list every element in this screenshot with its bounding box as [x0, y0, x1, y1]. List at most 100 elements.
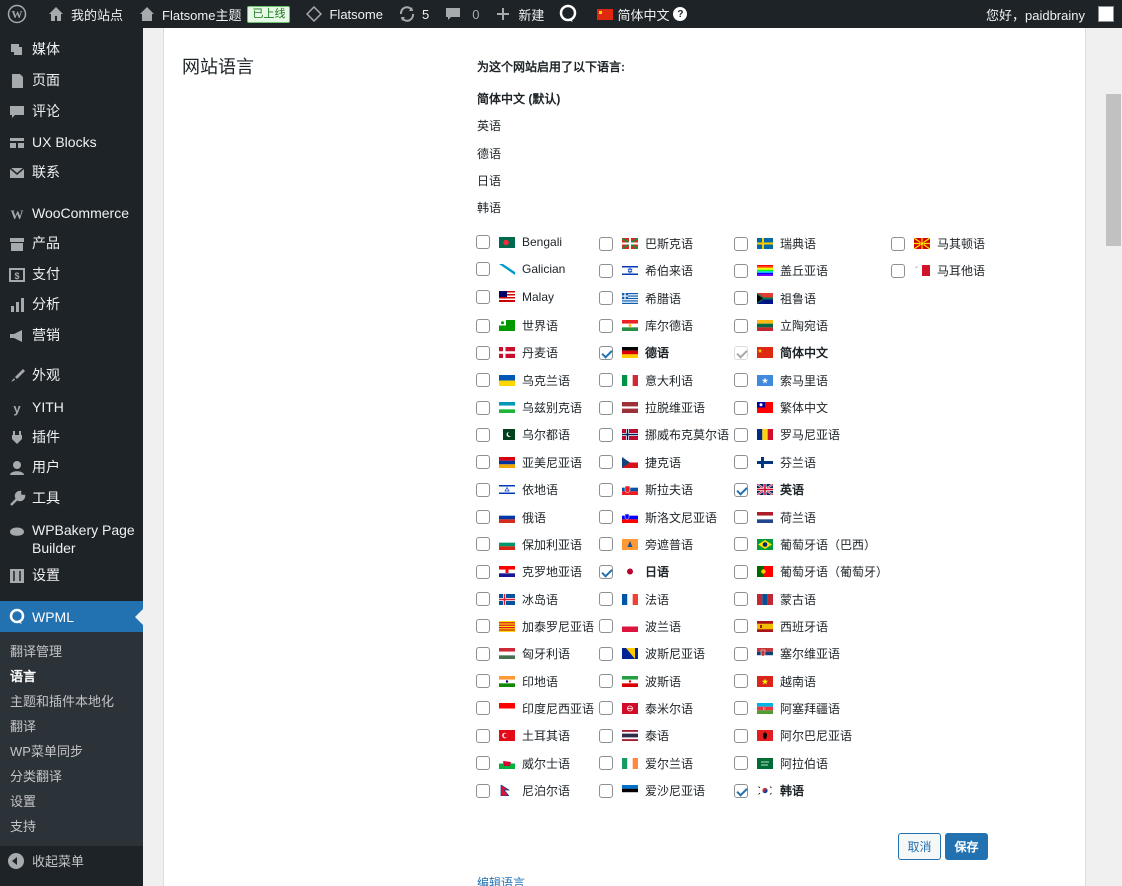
- language-checkbox[interactable]: [734, 427, 748, 442]
- language-checkbox[interactable]: [599, 510, 613, 524]
- language-option[interactable]: 斯拉夫语: [599, 481, 693, 498]
- language-option[interactable]: 立陶宛语: [734, 317, 828, 334]
- language-option[interactable]: 爱尔兰语: [599, 755, 693, 772]
- language-option[interactable]: 希腊语: [599, 290, 681, 307]
- submenu-item[interactable]: 分类翻译: [0, 764, 143, 789]
- sidebar-item-mail[interactable]: 联系: [0, 163, 143, 182]
- language-checkbox[interactable]: [734, 783, 748, 798]
- language-option[interactable]: 阿塞拜疆语: [734, 700, 840, 717]
- language-option[interactable]: Bengali: [476, 235, 562, 249]
- language-option[interactable]: 保加利亚语: [476, 536, 582, 553]
- site-name-link[interactable]: 我的站点: [39, 0, 130, 28]
- language-checkbox[interactable]: [599, 455, 613, 470]
- language-checkbox[interactable]: [734, 400, 748, 415]
- language-checkbox[interactable]: [734, 701, 748, 716]
- language-option[interactable]: 法语: [599, 591, 669, 608]
- language-option[interactable]: 斯洛文尼亚语: [599, 509, 717, 526]
- language-option[interactable]: Malay: [476, 289, 554, 304]
- language-option[interactable]: 泰语: [599, 727, 669, 744]
- language-option[interactable]: 蒙古语: [734, 591, 816, 608]
- sidebar-item-blocks[interactable]: UX Blocks: [0, 133, 143, 152]
- submenu-item[interactable]: 语言: [0, 664, 143, 689]
- language-checkbox[interactable]: [476, 455, 490, 470]
- language-option[interactable]: 依地语: [476, 481, 558, 498]
- flatsome-link[interactable]: Flatsome: [297, 0, 389, 28]
- language-checkbox[interactable]: [599, 592, 613, 607]
- language-checkbox[interactable]: [476, 592, 490, 607]
- sidebar-item-plugin[interactable]: 插件: [0, 428, 143, 447]
- language-checkbox[interactable]: [599, 537, 613, 552]
- submenu-item[interactable]: 支持: [0, 814, 143, 839]
- sidebar-item-comment[interactable]: 评论: [0, 102, 143, 121]
- language-option[interactable]: 俄语: [476, 509, 546, 526]
- language-option[interactable]: 祖鲁语: [734, 290, 816, 307]
- language-checkbox[interactable]: [599, 318, 613, 333]
- language-option[interactable]: 马其顿语: [891, 235, 985, 252]
- language-option[interactable]: 亚美尼亚语: [476, 454, 582, 471]
- language-checkbox[interactable]: [476, 373, 490, 388]
- language-checkbox[interactable]: [734, 455, 748, 470]
- language-option[interactable]: 匈牙利语: [476, 645, 570, 662]
- submenu-item[interactable]: 设置: [0, 789, 143, 814]
- language-checkbox[interactable]: [599, 427, 613, 442]
- language-checkbox[interactable]: [734, 373, 748, 388]
- language-checkbox[interactable]: [734, 592, 748, 607]
- sidebar-item-megaphone[interactable]: 营销: [0, 326, 143, 345]
- submenu-item[interactable]: 主题和插件本地化: [0, 689, 143, 714]
- sidebar-item-brush[interactable]: 外观: [0, 366, 143, 385]
- language-option[interactable]: 意大利语: [599, 372, 693, 389]
- language-switcher[interactable]: 简体中文 ?: [590, 0, 694, 28]
- language-option[interactable]: 韩语: [734, 782, 804, 799]
- language-checkbox[interactable]: [476, 674, 490, 689]
- language-option[interactable]: 乌尔都语: [476, 426, 570, 443]
- language-option[interactable]: 越南语: [734, 673, 816, 690]
- language-option[interactable]: 繁体中文: [734, 399, 828, 416]
- language-option[interactable]: 瑞典语: [734, 235, 816, 252]
- language-checkbox[interactable]: [734, 482, 748, 497]
- language-checkbox[interactable]: [476, 646, 490, 661]
- language-checkbox[interactable]: [734, 537, 748, 552]
- cancel-button[interactable]: 取消: [898, 833, 941, 860]
- language-checkbox[interactable]: [476, 345, 490, 360]
- language-option[interactable]: 土耳其语: [476, 727, 570, 744]
- language-option[interactable]: 盖丘亚语: [734, 262, 828, 279]
- language-checkbox[interactable]: [476, 427, 490, 442]
- language-checkbox[interactable]: [476, 619, 490, 634]
- new-content-link[interactable]: 新建: [486, 0, 551, 28]
- language-option[interactable]: 波斯语: [599, 673, 681, 690]
- language-checkbox[interactable]: [476, 510, 490, 524]
- avatar[interactable]: [1098, 6, 1114, 22]
- comments-link[interactable]: 0: [436, 0, 486, 28]
- language-option[interactable]: 巴斯克语: [599, 235, 693, 252]
- language-checkbox[interactable]: [734, 564, 748, 579]
- sidebar-item-user[interactable]: 用户: [0, 458, 143, 477]
- language-checkbox[interactable]: [476, 289, 490, 304]
- language-checkbox[interactable]: [891, 236, 905, 251]
- language-option[interactable]: 简体中文: [734, 344, 828, 361]
- user-greeting[interactable]: 您好，paidbrainy: [979, 0, 1092, 28]
- language-option[interactable]: 葡萄牙语（巴西）: [734, 536, 876, 553]
- language-checkbox[interactable]: [734, 728, 748, 743]
- sidebar-item-page[interactable]: 页面: [0, 71, 143, 90]
- language-checkbox[interactable]: [599, 263, 613, 278]
- language-option[interactable]: 日语: [599, 563, 669, 580]
- language-checkbox[interactable]: [599, 646, 613, 661]
- language-option[interactable]: 挪威布克莫尔语: [599, 426, 729, 443]
- language-checkbox[interactable]: [476, 564, 490, 579]
- language-option[interactable]: 波斯尼亚语: [599, 645, 705, 662]
- language-option[interactable]: 芬兰语: [734, 454, 816, 471]
- submenu-item[interactable]: 翻译管理: [0, 639, 143, 664]
- language-checkbox[interactable]: [891, 263, 905, 278]
- edit-languages-link[interactable]: 编辑语言: [477, 874, 525, 886]
- language-option[interactable]: 西班牙语: [734, 618, 828, 635]
- sidebar-item-archive[interactable]: 产品: [0, 234, 143, 253]
- language-checkbox[interactable]: [476, 701, 490, 716]
- language-checkbox[interactable]: [734, 263, 748, 278]
- language-checkbox[interactable]: [734, 291, 748, 306]
- language-option[interactable]: 阿拉伯语: [734, 755, 828, 772]
- language-option[interactable]: 波兰语: [599, 618, 681, 635]
- language-checkbox[interactable]: [599, 482, 613, 497]
- language-option[interactable]: 罗马尼亚语: [734, 426, 840, 443]
- sidebar-item-woo[interactable]: W WooCommerce: [0, 204, 143, 223]
- language-option[interactable]: 荷兰语: [734, 509, 816, 526]
